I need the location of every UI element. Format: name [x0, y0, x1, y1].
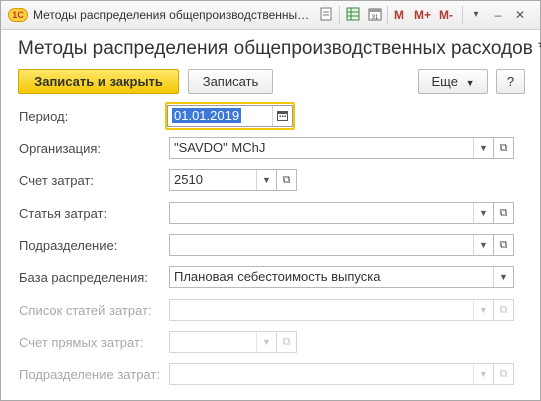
cost-items-list-label: Список статей затрат: — [19, 303, 152, 318]
calendar-picker-icon[interactable] — [272, 106, 292, 126]
svg-text:31: 31 — [372, 15, 379, 21]
period-value: 01.01.2019 — [172, 108, 242, 123]
minimize-icon[interactable]: – — [490, 7, 506, 23]
chevron-down-icon[interactable]: ▼ — [473, 235, 493, 255]
chevron-down-icon: ▼ — [256, 332, 276, 352]
period-label: Период: — [19, 109, 69, 124]
form-title: Методы распределения общепроизводственны… — [18, 38, 541, 59]
calendar-icon[interactable]: 31 — [367, 7, 383, 23]
save-and-close-button[interactable]: Записать и закрыть — [18, 69, 179, 94]
organization-label: Организация: — [19, 141, 102, 156]
open-cost-items-list-icon: ⧉ — [494, 299, 514, 321]
allocation-base-value: Плановая себестоимость выпуска — [174, 269, 381, 284]
toolbar-separator — [339, 6, 340, 24]
chevron-down-icon[interactable]: ▼ — [473, 203, 493, 223]
memory-plus-button[interactable]: M+ — [414, 7, 431, 23]
cost-department-field: ▼ — [169, 363, 494, 385]
cost-items-list-field: ▼ — [169, 299, 494, 321]
cost-account-value: 2510 — [174, 172, 203, 187]
app-logo-icon[interactable]: 1С — [8, 8, 28, 22]
toolbar-separator — [387, 6, 388, 24]
direct-cost-account-field: ▼ — [169, 331, 277, 353]
allocation-base-select[interactable]: Плановая себестоимость выпуска ▼ — [169, 266, 514, 288]
cost-item-label: Статья затрат: — [19, 206, 108, 221]
cost-account-label: Счет затрат: — [19, 173, 94, 188]
period-input[interactable]: 01.01.2019 — [167, 105, 293, 127]
open-organization-icon[interactable]: ⧉ — [494, 137, 514, 159]
title-bar: 1С Методы распределения общепроизводстве… — [1, 1, 540, 30]
close-icon[interactable]: ✕ — [512, 7, 528, 23]
more-button[interactable]: Еще ▼ — [418, 69, 488, 94]
save-button[interactable]: Записать — [188, 69, 273, 94]
memory-minus-button[interactable]: M- — [439, 7, 453, 23]
grid-icon[interactable] — [345, 7, 361, 23]
chevron-down-icon: ▼ — [473, 364, 493, 384]
department-field[interactable]: ▼ — [169, 234, 494, 256]
direct-cost-account-label: Счет прямых затрат: — [19, 335, 144, 350]
cost-item-field[interactable]: ▼ — [169, 202, 494, 224]
document-icon[interactable] — [318, 7, 334, 23]
open-department-icon[interactable]: ⧉ — [494, 234, 514, 256]
organization-field[interactable]: "SAVDO" MChJ ▼ — [169, 137, 494, 159]
form-window: 1С Методы распределения общепроизводстве… — [0, 0, 541, 401]
more-label: Еще — [431, 74, 458, 89]
window-title: Методы распределения общепроизводственны… — [33, 8, 311, 22]
organization-value: "SAVDO" MChJ — [174, 140, 266, 155]
allocation-base-label: База распределения: — [19, 270, 148, 285]
help-button[interactable]: ? — [496, 69, 525, 94]
chevron-down-icon: ▼ — [473, 300, 493, 320]
open-cost-account-icon[interactable]: ⧉ — [277, 169, 297, 191]
chevron-down-icon: ▼ — [465, 78, 475, 88]
chevron-down-icon[interactable]: ▼ — [473, 138, 493, 158]
toolbar-separator — [462, 6, 463, 24]
period-focus-frame: 01.01.2019 — [165, 102, 295, 130]
open-cost-item-icon[interactable]: ⧉ — [494, 202, 514, 224]
cost-account-field[interactable]: 2510 ▼ — [169, 169, 277, 191]
memory-button-m[interactable]: M — [394, 7, 404, 23]
open-cost-department-icon: ⧉ — [494, 363, 514, 385]
department-label: Подразделение: — [19, 238, 118, 253]
menu-dropdown-icon[interactable]: ▾ — [468, 7, 484, 23]
chevron-down-icon[interactable]: ▼ — [493, 267, 513, 287]
cost-department-label: Подразделение затрат: — [19, 367, 160, 382]
chevron-down-icon[interactable]: ▼ — [256, 170, 276, 190]
open-direct-cost-account-icon: ⧉ — [277, 331, 297, 353]
